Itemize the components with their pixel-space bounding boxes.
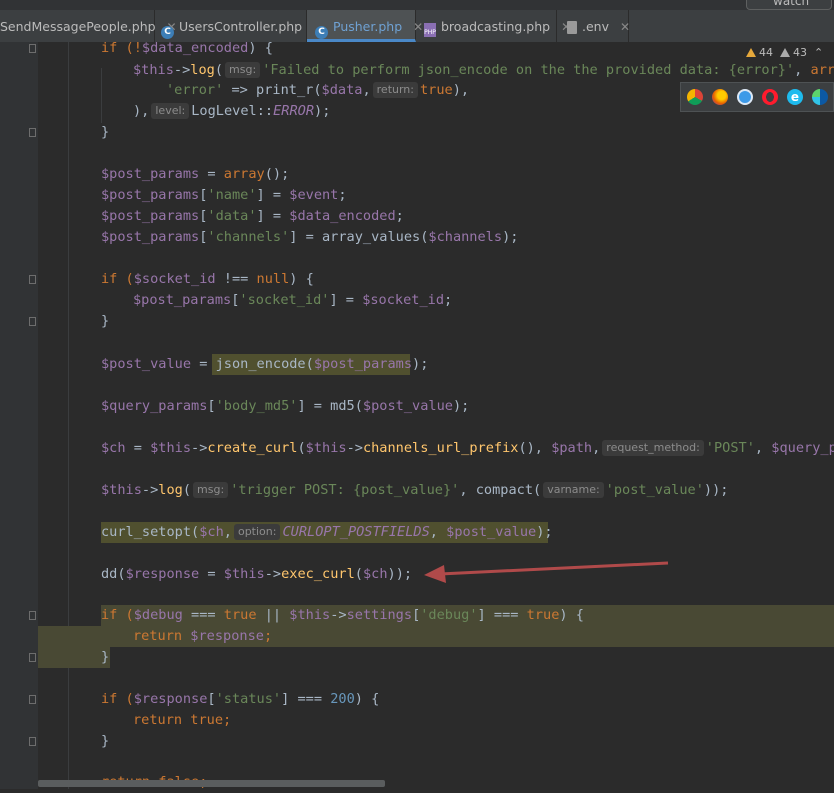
code-line[interactable]: $post_value = json_encode($post_params); (101, 354, 428, 375)
weak-warning-count: 43 (793, 46, 807, 59)
selection-highlight (38, 626, 110, 668)
param-hint: level: (151, 103, 190, 119)
code-line[interactable]: $ch = $this->create_curl($this->channels… (101, 438, 834, 459)
code-line[interactable]: } (101, 647, 109, 668)
arrow-line (439, 561, 669, 576)
code-line[interactable]: if (!$data_encoded) { (101, 38, 273, 59)
code-line[interactable]: $post_params['channels'] = array_values(… (101, 227, 518, 248)
watch-button-label: watch (773, 0, 810, 8)
chevron-up-icon[interactable]: ⌃ (814, 46, 823, 59)
param-hint: varname: (543, 482, 604, 498)
param-hint: option: (233, 524, 281, 540)
ie-icon[interactable]: e (787, 89, 803, 105)
indent-guide (101, 68, 102, 123)
edge-icon[interactable] (812, 89, 828, 105)
code-line[interactable]: ), level: LogLevel::ERROR); (133, 101, 330, 122)
tab-label: broadcasting.php (441, 19, 551, 34)
code-line[interactable]: } (101, 731, 109, 752)
toolbar-strip (0, 0, 834, 10)
param-hint: msg: (193, 482, 229, 498)
fold-marker[interactable] (29, 128, 36, 137)
tab-broadcasting[interactable]: PHPbroadcasting.php ✕ (416, 10, 571, 42)
fold-marker[interactable] (29, 653, 36, 662)
tab-label: .env (582, 19, 609, 34)
php-file-icon: PHP (424, 23, 436, 37)
code-line[interactable]: } (101, 311, 109, 332)
inspection-widget[interactable]: 44 43 ⌃ (746, 46, 834, 64)
code-line[interactable]: $post_params['data'] = $data_encoded; (101, 206, 404, 227)
code-line[interactable]: $this->log(msg: 'Failed to perform json_e… (133, 60, 834, 81)
watch-button[interactable]: watch (746, 0, 832, 10)
fold-marker[interactable] (29, 44, 36, 53)
horizontal-scrollbar[interactable] (38, 780, 385, 787)
tab-pusher[interactable]: C Pusher.php ✕ (307, 10, 423, 42)
php-class-icon: C (315, 26, 328, 39)
code-line[interactable]: } (101, 122, 109, 143)
code-line[interactable]: $post_params = array(); (101, 164, 289, 185)
code-line[interactable]: $post_params['name'] = $event; (101, 185, 347, 206)
warning-count: 44 (759, 46, 773, 59)
code-line[interactable]: if ($response['status'] === 200) { (101, 689, 379, 710)
code-line[interactable]: if ($debug === true || $this->settings['… (101, 605, 584, 626)
annotation-arrow (424, 561, 669, 583)
warning-icon (746, 48, 756, 57)
arrow-head (424, 565, 446, 583)
chrome-icon[interactable] (687, 89, 703, 105)
param-hint: msg: (225, 62, 261, 78)
code-line[interactable]: dd($response = $this->exec_curl($ch)); (101, 564, 412, 585)
fold-marker[interactable] (29, 611, 36, 620)
fold-marker[interactable] (29, 317, 36, 326)
weak-warning-icon (780, 48, 790, 57)
safari-icon[interactable] (737, 89, 753, 105)
code-line[interactable]: $post_params['socket_id'] = $socket_id; (133, 290, 452, 311)
code-line[interactable]: $this->log(msg:'trigger POST: {post_valu… (101, 480, 728, 501)
param-hint: request_method: (602, 440, 704, 456)
tab-label: Pusher.php (333, 19, 403, 34)
tab-label: SendMessagePeople.php (0, 19, 156, 34)
code-line[interactable]: return $response; (133, 626, 272, 647)
firefox-icon[interactable] (712, 89, 728, 105)
param-hint: return: (372, 82, 418, 98)
code-line[interactable]: 'error' => print_r($data, return: true), (166, 80, 469, 101)
fold-marker[interactable] (29, 737, 36, 746)
fold-marker[interactable] (29, 695, 36, 704)
tab-env[interactable]: .env ✕ (557, 10, 630, 42)
indent-guide (68, 42, 69, 789)
code-line[interactable]: curl_setopt($ch, option: CURLOPT_POSTFIELD… (101, 522, 553, 543)
editor-gutter (0, 42, 38, 789)
close-icon[interactable]: ✕ (620, 20, 630, 34)
code-line[interactable]: if ($socket_id !== null) { (101, 269, 314, 290)
code-line[interactable]: return true; (133, 710, 231, 731)
tab-label: UsersController.php (179, 19, 303, 34)
fold-marker[interactable] (29, 275, 36, 284)
browser-popup: e (680, 82, 834, 112)
editor-tab-bar: watch SendMessagePeople.php ✕ C UsersCont… (0, 0, 834, 42)
opera-icon[interactable] (762, 89, 778, 105)
env-file-icon (567, 21, 577, 34)
code-line[interactable]: $query_params['body_md5'] = md5($post_va… (101, 396, 469, 417)
